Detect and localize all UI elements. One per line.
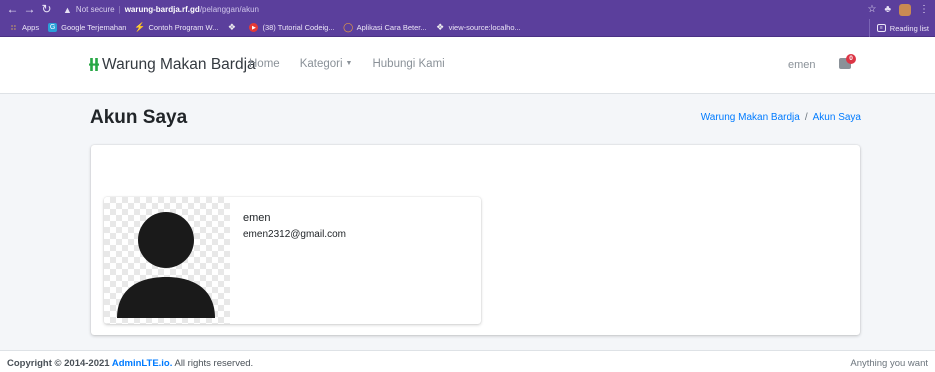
bookmark-aplikasi[interactable]: ◯ Aplikasi Cara Beter... [343,22,427,32]
back-arrow-icon[interactable]: ← [4,0,21,19]
footer: Copyright © 2014-2021 AdminLTE.io. All r… [0,350,935,372]
reading-list-label: Reading list [889,23,929,33]
nav-links: Home Kategori ▼ Hubungi Kami [249,58,445,70]
bookmark-tutorial-codeigniter[interactable]: ▶ (38) Tutorial Codeig... [249,23,335,32]
ring-icon: ◯ [343,22,354,32]
avatar [104,197,230,324]
caret-down-icon: ▼ [345,60,353,68]
bookmark-view-source[interactable]: ❖ view-source:localho... [436,22,521,32]
bookmark-label: Aplikasi Cara Beter... [356,23,427,32]
bookmarks-bar: ∷ Apps G Google Terjemahan ⚡ Contoh Prog… [0,19,935,37]
user-name-link[interactable]: emen [788,59,816,71]
url-host: warung-bardja.rf.gd [124,5,200,14]
bookmark-label: (38) Tutorial Codeig... [262,23,335,32]
adminlte-link[interactable]: AdminLTE.io. [112,358,173,369]
bookmark-label: Contoh Program W... [148,23,219,32]
chrome-icon: ❖ [436,22,445,32]
bookmark-label: view-source:localho... [448,23,521,32]
reload-icon[interactable]: ↻ [38,0,55,19]
address-separator: | [118,5,121,14]
nav-hubungi-kami[interactable]: Hubungi Kami [372,58,444,70]
url-path: /pelanggan/akun [199,5,259,14]
breadcrumb-current: Akun Saya [812,112,861,123]
chrome-icon: ❖ [227,22,236,32]
footer-copyright: Copyright © 2014-2021 AdminLTE.io. All r… [7,358,253,369]
profile-name: emen [243,212,271,224]
page-title: Akun Saya [90,107,188,128]
extensions-puzzle-icon[interactable]: ♣ [884,4,891,15]
bookmark-apps[interactable]: ∷ Apps [9,23,39,32]
utensils-icon: ƗƗ [89,55,100,75]
copyright-prefix: Copyright © 2014-2021 [7,358,112,369]
user-silhouette-icon [117,212,215,318]
breadcrumb-home[interactable]: Warung Makan Bardja [701,112,800,123]
security-label: Not secure [75,5,115,14]
breadcrumb: Warung Makan Bardja / Akun Saya [701,112,861,123]
menu-dots-icon[interactable]: ⋮ [919,4,929,15]
bookmark-chrome[interactable]: ❖ [227,22,240,32]
profile-card: emen emen2312@gmail.com [104,197,481,324]
cart-count-badge: 0 [846,54,856,64]
browser-toolbar: ← → ↻ ▲ Not secure | warung-bardja.rf.gd… [0,0,935,19]
nav-home[interactable]: Home [249,58,280,70]
bookmark-label: Apps [22,23,40,32]
apps-grid-icon: ∷ [11,24,16,32]
browser-actions: ☆ ♣ ⋮ [867,0,929,19]
brand-link[interactable]: ƗƗ Warung Makan Bardja [89,55,256,75]
forward-arrow-icon[interactable]: → [21,0,38,19]
address-bar[interactable]: ▲ Not secure | warung-bardja.rf.gd /pela… [63,2,893,17]
google-translate-icon: G [48,23,58,32]
reading-list-icon: ≡ [876,24,886,32]
youtube-icon: ▶ [249,23,259,32]
bolt-icon: ⚡ [134,22,146,32]
warning-icon: ▲ [63,4,72,15]
bookmark-contoh-program[interactable]: ⚡ Contoh Program W... [134,22,219,32]
bookmark-label: Google Terjemahan [61,23,127,32]
copyright-suffix: All rights reserved. [172,358,254,369]
reading-list-button[interactable]: ≡ Reading list [868,19,929,37]
profile-email: emen2312@gmail.com [243,229,346,240]
nav-kategori-label: Kategori [299,58,343,70]
profile-avatar-icon[interactable] [899,3,911,16]
footer-right-text: Anything you want [850,358,928,369]
site-navbar: ƗƗ Warung Makan Bardja Home Kategori ▼ Hu… [0,37,935,94]
nav-kategori[interactable]: Kategori ▼ [300,58,353,70]
star-icon[interactable]: ☆ [867,4,876,15]
brand-text: Warung Makan Bardja [102,56,256,73]
breadcrumb-separator: / [804,112,808,123]
bookmark-google-translate[interactable]: G Google Terjemahan [48,23,126,32]
